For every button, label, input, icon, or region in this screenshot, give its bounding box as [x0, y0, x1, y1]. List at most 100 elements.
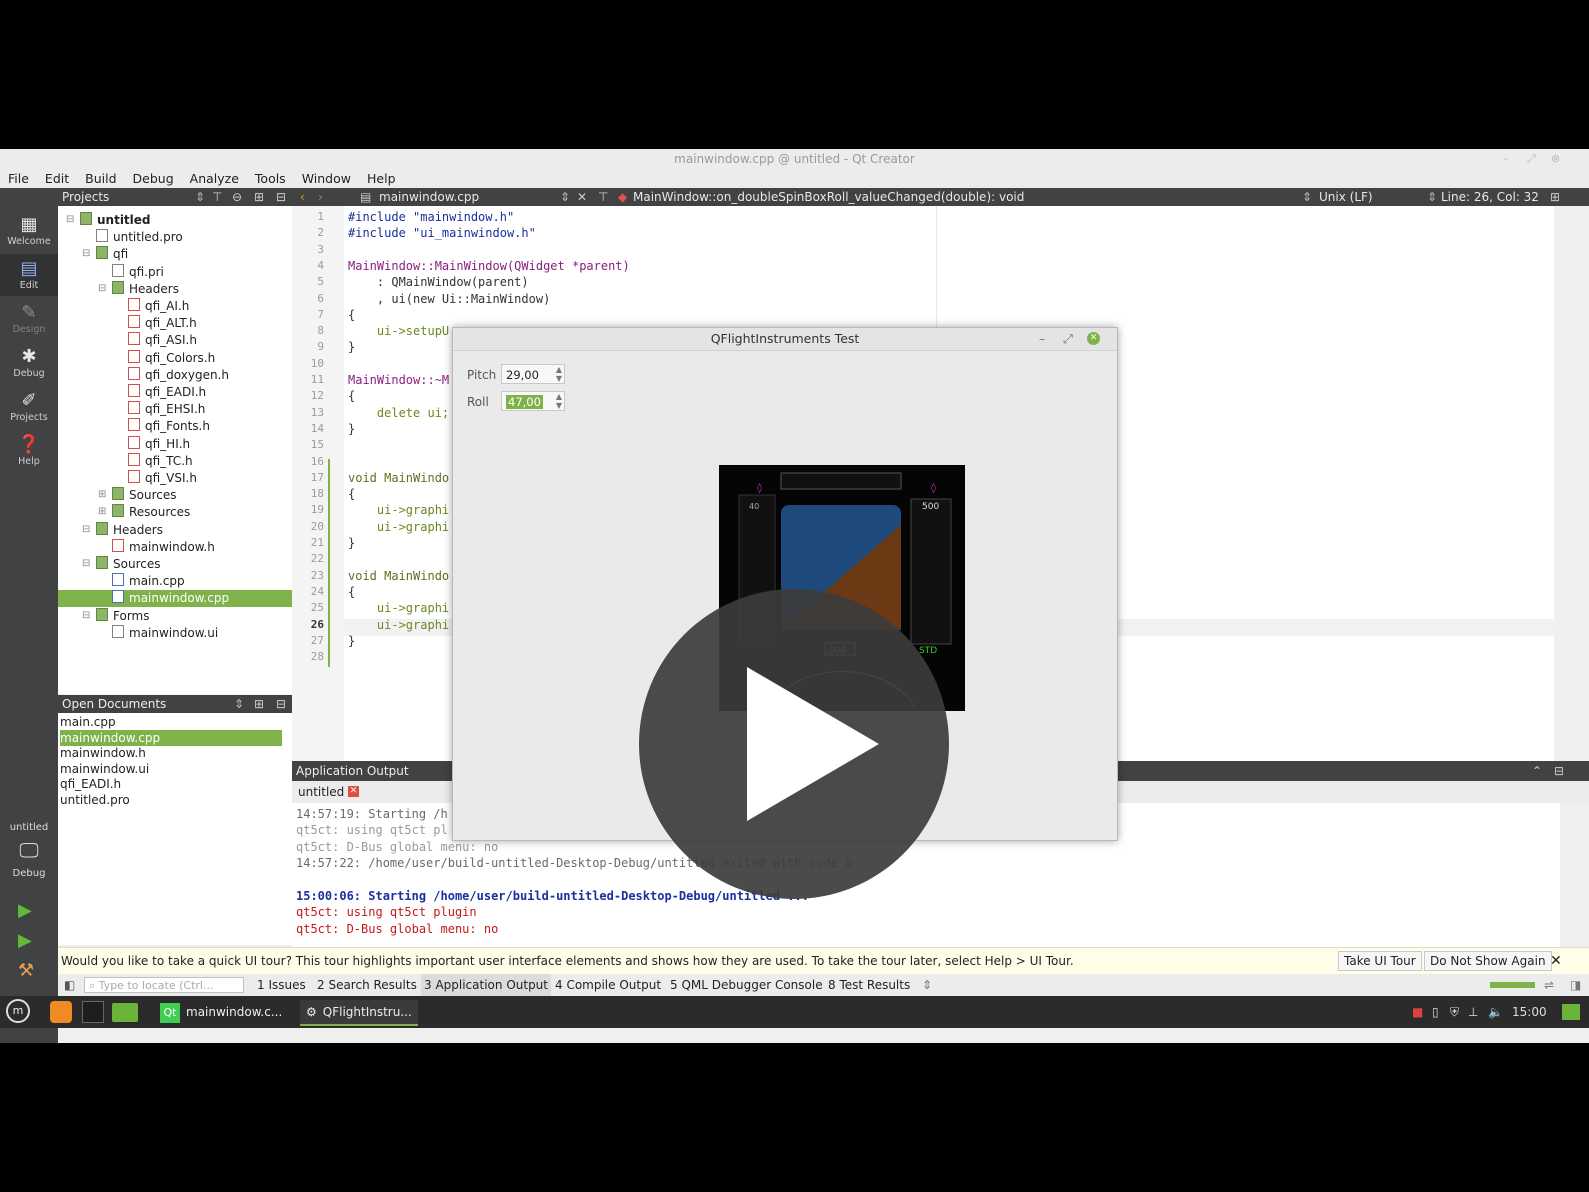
close-tour-icon[interactable]: ✕: [1550, 948, 1562, 974]
close-pane-icon[interactable]: ⊟: [1554, 761, 1564, 781]
tree-item[interactable]: Forms: [96, 607, 149, 625]
open-document-item[interactable]: mainwindow.cpp: [60, 729, 282, 746]
expand-toggle-icon[interactable]: ⊟: [82, 248, 90, 259]
vertical-scrollbar[interactable]: [1554, 206, 1560, 761]
taskbar-item-qflight[interactable]: ⚙ QFlightInstru...: [300, 1000, 418, 1026]
mode-edit[interactable]: ▤ Edit: [0, 254, 58, 296]
line-endings[interactable]: Unix (LF): [1319, 188, 1373, 206]
tab-test-results[interactable]: 8 Test Results: [828, 974, 910, 996]
selector-arrows-icon[interactable]: ⇕: [195, 188, 205, 206]
menu-tools[interactable]: Tools: [247, 169, 294, 188]
open-document-item[interactable]: mainwindow.ui: [60, 761, 282, 777]
menu-debug[interactable]: Debug: [125, 169, 182, 188]
clipboard-icon[interactable]: ▯: [1432, 996, 1439, 1028]
file-selector-arrows-icon[interactable]: ⇕: [560, 188, 570, 206]
tree-item[interactable]: main.cpp: [112, 573, 185, 590]
roll-spinbox[interactable]: 47,00 ▲ ▼: [501, 391, 565, 411]
pitch-spinbox[interactable]: 29,00 ▲ ▼: [501, 364, 565, 384]
open-docs-split-icon[interactable]: ⊞: [254, 695, 264, 713]
tree-item[interactable]: mainwindow.ui: [112, 624, 218, 642]
split-editor-icon[interactable]: ⊞: [1550, 188, 1560, 206]
progress-details-icon[interactable]: ⇌: [1544, 974, 1554, 996]
locator-input[interactable]: ⌕ Type to locate (Ctrl...: [84, 977, 244, 993]
back-icon[interactable]: ‹: [300, 188, 305, 206]
tree-item[interactable]: Sources: [96, 556, 160, 573]
open-docs-arrows-icon[interactable]: ⇕: [234, 695, 244, 713]
current-file[interactable]: mainwindow.cpp: [379, 188, 479, 206]
workspace-icon[interactable]: [1562, 1004, 1580, 1020]
menu-window[interactable]: Window: [294, 169, 359, 188]
network-icon[interactable]: ⊥: [1468, 996, 1478, 1028]
tab-application-output[interactable]: 3 Application Output: [421, 974, 551, 996]
close-pane-icon[interactable]: ⊟: [276, 188, 286, 206]
do-not-show-again-button[interactable]: Do Not Show Again: [1424, 951, 1552, 971]
monitor-icon[interactable]: 🖵: [0, 838, 58, 862]
tree-item[interactable]: qfi_AI.h: [128, 298, 189, 315]
tree-item[interactable]: Headers: [112, 280, 179, 298]
open-document-item[interactable]: main.cpp: [60, 714, 282, 730]
cursor-position[interactable]: Line: 26, Col: 32: [1441, 188, 1539, 206]
tree-item[interactable]: qfi_doxygen.h: [128, 366, 229, 384]
forward-icon[interactable]: ›: [318, 188, 323, 206]
run-icon[interactable]: ▶: [18, 900, 32, 921]
function-selector-arrows-icon[interactable]: ⇕: [1302, 188, 1312, 206]
expand-toggle-icon[interactable]: ⊟: [82, 524, 90, 535]
tab-qml-debugger-console[interactable]: 5 QML Debugger Console: [670, 974, 823, 996]
close-file-icon[interactable]: ✕: [577, 188, 587, 206]
dialog-minimize-icon[interactable]: –: [1039, 328, 1045, 350]
tree-item[interactable]: qfi_EHSI.h: [128, 401, 205, 418]
tab-search-results[interactable]: 2 Search Results: [317, 974, 417, 996]
tree-item[interactable]: qfi_ASI.h: [128, 332, 197, 349]
dialog-maximize-icon[interactable]: ⤢: [1063, 328, 1073, 350]
tree-item[interactable]: mainwindow.cpp: [58, 590, 292, 608]
video-play-overlay[interactable]: [639, 589, 949, 899]
menu-build[interactable]: Build: [77, 169, 124, 188]
close-icon[interactable]: ⊗: [1551, 149, 1560, 169]
tree-item[interactable]: Resources: [112, 504, 190, 521]
pin-icon[interactable]: ⊤: [598, 188, 608, 206]
mode-design[interactable]: ✎ Design: [0, 298, 58, 340]
close-tab-icon[interactable]: ✕: [348, 786, 359, 797]
tree-item[interactable]: qfi_Fonts.h: [128, 418, 210, 435]
expand-toggle-icon[interactable]: ⊟: [98, 283, 106, 294]
expand-toggle-icon[interactable]: ⊟: [82, 610, 90, 621]
dialog-close-icon[interactable]: ✕: [1087, 332, 1100, 345]
toggle-output-icon[interactable]: ◨: [1570, 974, 1581, 996]
spin-arrows-icon[interactable]: ▲ ▼: [556, 365, 562, 383]
record-icon[interactable]: ■: [1412, 996, 1423, 1028]
menu-file[interactable]: File: [0, 169, 37, 188]
firefox-icon[interactable]: [50, 1001, 72, 1023]
mode-debug[interactable]: ✱ Debug: [0, 342, 58, 384]
take-ui-tour-button[interactable]: Take UI Tour: [1338, 951, 1422, 971]
open-document-item[interactable]: mainwindow.h: [60, 745, 282, 761]
more-tabs-icon[interactable]: ⇕: [922, 974, 932, 996]
output-tab-untitled[interactable]: untitled: [298, 784, 344, 800]
spin-arrows-icon[interactable]: ▲ ▼: [556, 392, 562, 410]
tree-item[interactable]: qfi_EADI.h: [128, 384, 206, 401]
tree-item[interactable]: qfi_HI.h: [128, 435, 190, 453]
mode-help[interactable]: ❓ Help: [0, 430, 58, 472]
files-icon[interactable]: [112, 1003, 138, 1022]
tree-item[interactable]: untitled.pro: [96, 229, 183, 246]
line-endings-arrows-icon[interactable]: ⇕: [1427, 188, 1437, 206]
tab-issues[interactable]: 1 Issues: [257, 974, 306, 996]
split-icon[interactable]: ⊞: [254, 188, 264, 206]
tree-item[interactable]: qfi.pri: [112, 263, 164, 281]
expand-toggle-icon[interactable]: ⊞: [98, 489, 106, 500]
tree-item[interactable]: qfi: [96, 246, 128, 263]
shield-icon[interactable]: ⛨: [1450, 996, 1459, 1028]
tree-item[interactable]: untitled: [80, 212, 151, 229]
menu-help[interactable]: Help: [359, 169, 404, 188]
minimize-icon[interactable]: –: [1503, 149, 1509, 169]
expand-toggle-icon[interactable]: ⊞: [98, 506, 106, 517]
filter-icon[interactable]: ⊤: [212, 188, 222, 206]
maximize-pane-icon[interactable]: ⌃: [1532, 761, 1542, 781]
tree-item[interactable]: mainwindow.h: [112, 538, 215, 556]
taskbar-item-qtcreator[interactable]: Qt mainwindow.c...: [160, 1000, 282, 1024]
expand-toggle-icon[interactable]: ⊟: [66, 214, 74, 225]
open-docs-close-icon[interactable]: ⊟: [276, 695, 286, 713]
mode-projects[interactable]: ✐ Projects: [0, 386, 58, 428]
tree-item[interactable]: qfi_VSI.h: [128, 470, 197, 487]
tab-compile-output[interactable]: 4 Compile Output: [555, 974, 661, 996]
current-function[interactable]: MainWindow::on_doubleSpinBoxRoll_valueCh…: [633, 188, 1024, 206]
